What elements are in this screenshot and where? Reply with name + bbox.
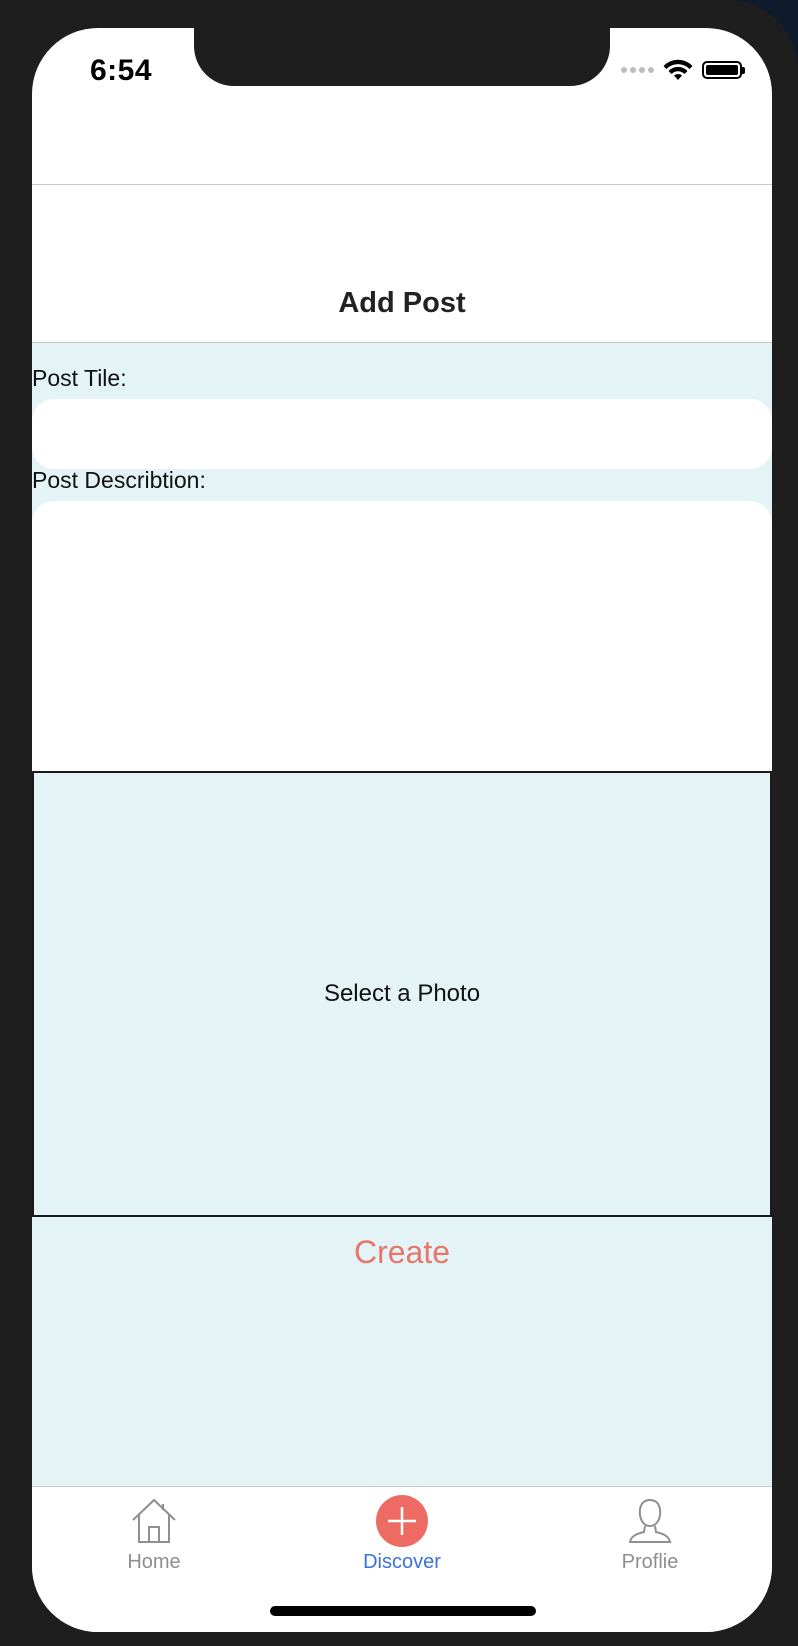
page-header: Add Post	[32, 185, 772, 343]
post-title-label: Post Tile:	[32, 365, 127, 391]
status-icons	[621, 58, 745, 82]
home-indicator	[270, 1606, 536, 1616]
user-icon	[624, 1495, 676, 1547]
post-title-input[interactable]	[32, 399, 772, 469]
app-screen: 6:54 Add Post Post Tile: Post Describtio…	[32, 28, 772, 1632]
home-icon	[128, 1495, 180, 1547]
tab-discover[interactable]: Discover	[302, 1495, 502, 1575]
plus-circle-icon	[376, 1495, 428, 1547]
battery-icon	[702, 61, 745, 79]
create-button[interactable]: Create	[32, 1217, 772, 1287]
post-description-input[interactable]	[32, 501, 772, 771]
post-description-label: Post Describtion:	[32, 467, 206, 493]
page-title: Add Post	[338, 287, 466, 319]
tab-profile-label: Proflie	[621, 1551, 679, 1573]
select-photo-button[interactable]: Select a Photo	[32, 771, 772, 1217]
add-post-form: Post Tile: Post Describtion: Select a Ph…	[32, 343, 772, 1486]
status-time: 6:54	[90, 54, 153, 87]
select-photo-label: Select a Photo	[323, 980, 481, 1007]
phone-frame: 6:54 Add Post Post Tile: Post Describtio…	[0, 0, 798, 1646]
wifi-icon	[663, 59, 693, 80]
tab-discover-label: Discover	[363, 1551, 441, 1573]
tab-profile[interactable]: Proflie	[550, 1495, 750, 1575]
tab-home[interactable]: Home	[54, 1495, 254, 1575]
tab-home-label: Home	[127, 1551, 181, 1573]
cellular-signal-icon	[621, 67, 654, 73]
device-notch	[194, 28, 610, 86]
